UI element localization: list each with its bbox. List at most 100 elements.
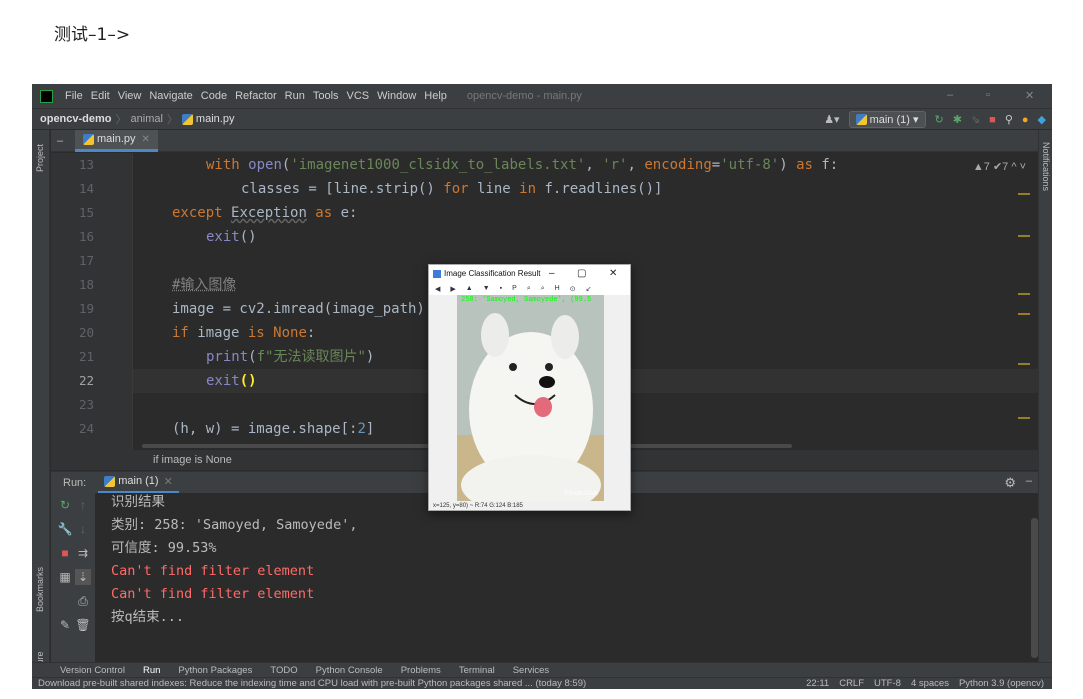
scroll-up-icon[interactable]: ↑ <box>75 497 91 513</box>
console-error-line: Can't find filter element <box>111 563 315 579</box>
minimize-icon[interactable]: – <box>549 268 555 279</box>
stop-icon[interactable]: ■ <box>989 114 996 126</box>
bookmarks-tool-window[interactable]: Bookmarks <box>35 567 45 612</box>
tab-terminal[interactable]: Terminal <box>459 665 495 676</box>
tab-problems[interactable]: Problems <box>401 665 441 676</box>
update-icon[interactable]: ● <box>1022 114 1029 126</box>
line-number-gutter: 13 14 15 16 17 18 19 20 21 22 23 24 <box>51 153 133 458</box>
menu-code[interactable]: Code <box>201 90 227 102</box>
user-icon[interactable]: ♟▾ <box>824 113 839 126</box>
zoom-original-icon[interactable]: ⊙ <box>570 285 576 293</box>
properties-icon[interactable]: P <box>512 285 517 292</box>
tab-python-console[interactable]: Python Console <box>316 665 383 676</box>
pan-up-icon[interactable]: ▲ <box>466 285 473 292</box>
popup-title: Image Classification Result <box>444 269 541 278</box>
menu-run[interactable]: Run <box>285 90 305 102</box>
pan-down-icon[interactable]: ▼ <box>483 285 490 292</box>
left-tool-strip: Project Bookmarks Structure <box>32 130 50 688</box>
tab-label: main.py <box>97 133 136 145</box>
menu-help[interactable]: Help <box>424 90 447 102</box>
cursor-position[interactable]: 22:11 <box>806 678 829 689</box>
tab-python-packages[interactable]: Python Packages <box>178 665 252 676</box>
navigation-bar: opencv-demo 〉 animal 〉 main.py ♟▾ main (… <box>32 108 1052 130</box>
run-tab-label: main (1) <box>118 475 159 487</box>
close-icon[interactable]: ✕ <box>609 268 617 279</box>
layout-icon[interactable]: ▦ <box>57 569 73 585</box>
stop-icon[interactable]: ■ <box>57 545 73 561</box>
run-console[interactable]: 识别结果 类别: 258: 'Samoyed, Samoyede', 可信度: … <box>95 493 1038 663</box>
menu-refactor[interactable]: Refactor <box>235 90 277 102</box>
menu-tools[interactable]: Tools <box>313 90 339 102</box>
close-icon[interactable]: ✕ <box>1025 89 1034 102</box>
run-label: Run: <box>63 476 87 489</box>
tab-close-icon[interactable]: ✕ <box>142 134 150 145</box>
debug-icon[interactable]: ✱ <box>953 113 962 126</box>
indent-setting[interactable]: 4 spaces <box>911 678 949 689</box>
minimize-icon[interactable]: – <box>947 89 953 101</box>
error-stripe <box>1018 153 1032 458</box>
zoom-fit-icon[interactable]: H <box>555 285 560 292</box>
breadcrumb-folder[interactable]: animal <box>131 113 163 125</box>
rerun-icon[interactable]: ↻ <box>57 497 73 513</box>
menu-view[interactable]: View <box>118 90 142 102</box>
scroll-down-icon[interactable]: ↓ <box>75 521 91 537</box>
collapse-icon[interactable]: – <box>57 135 63 147</box>
pan-right-icon[interactable]: ▶ <box>450 285 455 293</box>
code-line-24: (h, w) = image.shape[:2] <box>172 421 375 437</box>
code-line-14: classes = [line.strip() for line in f.re… <box>241 181 663 197</box>
settings-icon[interactable]: ↙ <box>586 285 592 293</box>
scroll-end-icon[interactable]: ⇣ <box>75 569 91 585</box>
status-bar: Download pre-built shared indexes: Reduc… <box>32 677 1052 689</box>
tab-todo[interactable]: TODO <box>270 665 297 676</box>
status-message[interactable]: Download pre-built shared indexes: Reduc… <box>38 678 586 689</box>
code-line-13: with open('imagenet1000_clsidx_to_labels… <box>206 157 839 173</box>
project-tool-window[interactable]: Project <box>35 144 45 172</box>
tab-version-control[interactable]: Version Control <box>60 665 125 676</box>
print-icon[interactable]: ⎙ <box>75 593 91 609</box>
save-icon[interactable]: ▪ <box>500 285 502 292</box>
console-scrollbar[interactable] <box>1031 518 1038 658</box>
pan-left-icon[interactable]: ◀ <box>435 285 440 293</box>
line-number: 21 <box>79 349 95 364</box>
line-number: 24 <box>79 421 95 436</box>
plugin-icon[interactable]: ◆ <box>1038 113 1046 126</box>
menu-bar: File Edit View Navigate Code Refactor Ru… <box>32 84 1052 108</box>
rerun-icon[interactable]: ↻ <box>935 113 944 126</box>
python-file-icon <box>181 113 193 125</box>
menu-vcs[interactable]: VCS <box>347 90 370 102</box>
zoom-out-icon[interactable]: ⌕ <box>541 285 545 293</box>
menu-navigate[interactable]: Navigate <box>149 90 192 102</box>
pin-icon[interactable]: ✎ <box>57 617 73 633</box>
code-line-19: image = cv2.imread(image_path) <box>172 301 425 317</box>
menu-edit[interactable]: Edit <box>91 90 110 102</box>
soft-wrap-icon[interactable]: ⇉ <box>75 545 91 561</box>
python-interpreter[interactable]: Python 3.9 (opencv) <box>959 678 1044 689</box>
run-config-label: main (1) <box>869 113 910 126</box>
editor-tab-bar: – main.py ✕ <box>51 129 1038 152</box>
trash-icon[interactable]: 🗑 <box>75 617 91 633</box>
search-icon[interactable]: ⚲ <box>1005 113 1013 126</box>
image-classification-window: Image Classification Result – ▢ ✕ ◀ ▶ ▲ … <box>428 264 631 511</box>
tab-main-py[interactable]: main.py ✕ <box>75 129 158 152</box>
line-number: 14 <box>79 181 95 196</box>
menu-file[interactable]: File <box>65 90 83 102</box>
breadcrumb-file[interactable]: main.py <box>196 113 235 125</box>
gear-icon[interactable]: ⚙ <box>1004 475 1016 491</box>
restore-icon[interactable]: ▫ <box>986 89 990 101</box>
code-line-15: except Exception as e: <box>172 205 358 221</box>
settings-wrench-icon[interactable]: 🔧 <box>57 521 73 537</box>
breadcrumb-project[interactable]: opencv-demo <box>40 113 112 125</box>
zoom-in-icon[interactable]: ⌕ <box>527 285 531 293</box>
line-number: 20 <box>79 325 95 340</box>
line-separator[interactable]: CRLF <box>839 678 864 689</box>
tab-run[interactable]: Run <box>143 665 160 676</box>
file-encoding[interactable]: UTF-8 <box>874 678 901 689</box>
tab-services[interactable]: Services <box>513 665 549 676</box>
maximize-icon[interactable]: ▢ <box>577 268 586 279</box>
run-config-select[interactable]: main (1) ▾ <box>848 111 926 128</box>
hide-icon[interactable]: – <box>1026 475 1032 487</box>
menu-window[interactable]: Window <box>377 90 416 102</box>
notifications-tool-window[interactable]: Notifications <box>1041 142 1051 191</box>
code-line-21: print(f"无法读取图片") <box>206 349 375 365</box>
coverage-icon[interactable]: ⇘ <box>971 113 980 126</box>
